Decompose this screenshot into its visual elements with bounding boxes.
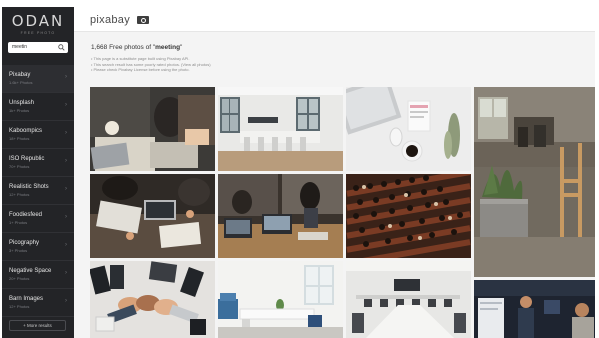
photo-hands-phones[interactable] bbox=[90, 261, 215, 338]
results-title-text: Free photos of " bbox=[107, 44, 156, 51]
camera-icon bbox=[137, 16, 149, 24]
results-title-end: " bbox=[180, 44, 183, 51]
sidebar-item-count: 70+ Photos bbox=[9, 164, 30, 169]
sidebar-item-label: Picography bbox=[9, 240, 40, 246]
sidebar-item-count: 1k+ Photos bbox=[9, 108, 30, 113]
sidebar-item-iso-republic[interactable]: ISO Republic 70+ Photos › bbox=[2, 149, 74, 177]
sidebar-item-count: 20+ Photos bbox=[9, 276, 30, 281]
photo-team-meeting[interactable] bbox=[90, 174, 215, 258]
chevron-right-icon: › bbox=[65, 214, 67, 220]
chevron-right-icon: › bbox=[65, 298, 67, 304]
sidebar-item-label: Realistic Shots bbox=[9, 184, 49, 190]
photo-conference-room[interactable] bbox=[218, 87, 343, 171]
chevron-right-icon: › bbox=[65, 130, 67, 136]
sidebar-item-negative-space[interactable]: Negative Space 20+ Photos › bbox=[2, 261, 74, 289]
sidebar-item-count: 12+ Photos bbox=[9, 192, 30, 197]
pixabay-logo[interactable]: pixabay bbox=[90, 14, 130, 26]
more-results-button[interactable]: + More results bbox=[9, 320, 66, 331]
photo-boardroom[interactable] bbox=[346, 261, 471, 338]
photo-presenter[interactable] bbox=[474, 280, 595, 338]
search-icon[interactable] bbox=[58, 44, 65, 51]
sidebar-item-count: 3+ Photos bbox=[9, 248, 28, 253]
sidebar-item-count: 18+ Photos bbox=[9, 136, 30, 141]
chevron-right-icon: › bbox=[65, 158, 67, 164]
sidebar-item-label: Unsplash bbox=[9, 100, 35, 106]
note-line: • Please check Pixabay License before us… bbox=[91, 67, 190, 72]
photo-office-laptops[interactable] bbox=[218, 174, 343, 258]
sidebar-item-realistic-shots[interactable]: Realistic Shots 12+ Photos › bbox=[2, 177, 74, 205]
sidebar-item-label: Negative Space bbox=[9, 268, 52, 274]
photo-desk-flatlay[interactable] bbox=[346, 87, 471, 171]
brand[interactable]: ODAN FREE PHOTO bbox=[2, 12, 74, 36]
sidebar-item-pixabay[interactable]: Pixabay 1.6k+ Photos › bbox=[2, 65, 74, 93]
brand-logo: ODAN bbox=[11, 12, 65, 30]
results-count: 1,668 bbox=[91, 44, 108, 51]
photo-cafe-interior[interactable] bbox=[474, 87, 595, 277]
sidebar-item-picography[interactable]: Picography 3+ Photos › bbox=[2, 233, 74, 261]
sidebar-item-count: 12+ Photos bbox=[9, 304, 30, 309]
chevron-right-icon: › bbox=[65, 242, 67, 248]
sidebar-item-kaboompics[interactable]: Kaboompics 18+ Photos › bbox=[2, 121, 74, 149]
results-title: 1,668 Free photos of "meeting" bbox=[91, 44, 182, 51]
app-frame: ODAN FREE PHOTO meetin Pixabay 1.6k+ Pho… bbox=[2, 7, 595, 338]
chevron-right-icon: › bbox=[65, 186, 67, 192]
sidebar-item-label: Kaboompics bbox=[9, 128, 43, 134]
header: pixabay bbox=[74, 7, 595, 32]
sidebar: ODAN FREE PHOTO meetin Pixabay 1.6k+ Pho… bbox=[2, 7, 74, 338]
photo-meeting-laptops[interactable] bbox=[90, 87, 215, 171]
sidebar-item-label: Pixabay bbox=[9, 72, 31, 78]
sidebar-item-label: Barn Images bbox=[9, 296, 44, 302]
sidebar-item-foodiesfeed[interactable]: Foodiesfeed 1+ Photos › bbox=[2, 205, 74, 233]
photo-auditorium[interactable] bbox=[346, 174, 471, 258]
photo-white-meeting-room[interactable] bbox=[218, 261, 343, 338]
sidebar-item-count: 1.6k+ Photos bbox=[9, 80, 33, 85]
results-notes: • This page is a substitute page built u… bbox=[91, 56, 211, 73]
brand-tagline: FREE PHOTO bbox=[20, 31, 56, 35]
sidebar-item-label: ISO Republic bbox=[9, 156, 45, 162]
chevron-right-icon: › bbox=[65, 270, 67, 276]
search-input[interactable]: meetin bbox=[8, 42, 68, 53]
sidebar-item-unsplash[interactable]: Unsplash 1k+ Photos › bbox=[2, 93, 74, 121]
chevron-right-icon: › bbox=[65, 74, 67, 80]
search-value: meetin bbox=[12, 44, 28, 50]
chevron-right-icon: › bbox=[65, 102, 67, 108]
sidebar-item-count: 1+ Photos bbox=[9, 220, 28, 225]
sidebar-item-barn-images[interactable]: Barn Images 12+ Photos › bbox=[2, 289, 74, 317]
sidebar-item-label: Foodiesfeed bbox=[9, 212, 43, 218]
results-query: meeting bbox=[155, 44, 181, 51]
